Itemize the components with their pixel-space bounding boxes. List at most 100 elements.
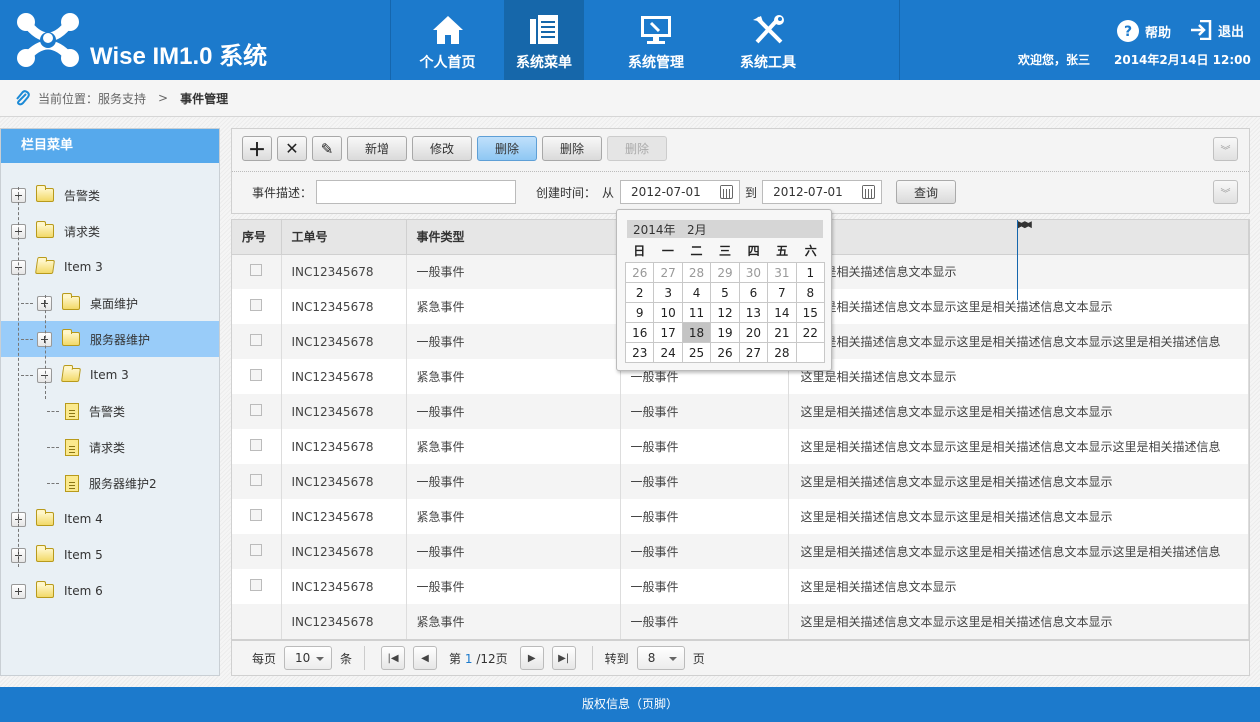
calendar-day[interactable]: 1 bbox=[796, 263, 825, 283]
row-checkbox[interactable] bbox=[250, 369, 262, 381]
col-index[interactable]: 序号 bbox=[232, 220, 282, 255]
calendar-day[interactable]: 10 bbox=[654, 303, 683, 323]
tree-node[interactable]: 桌面维护 bbox=[1, 285, 219, 321]
col-ticket-id[interactable]: 工单号 bbox=[281, 220, 407, 255]
calendar-day[interactable]: 24 bbox=[654, 343, 683, 363]
calendar-day[interactable]: 5 bbox=[711, 283, 740, 303]
calendar-icon[interactable] bbox=[862, 185, 876, 199]
table-row[interactable]: INC12345678一般事件一般事件这里是相关描述信息文本显示 bbox=[232, 569, 1249, 604]
calendar-day[interactable]: 26 bbox=[711, 343, 740, 363]
close-icon: ✕ bbox=[285, 139, 299, 158]
edit-icon-button[interactable]: ✎ bbox=[312, 136, 342, 161]
calendar-day[interactable]: 9 bbox=[626, 303, 655, 323]
row-checkbox[interactable] bbox=[250, 544, 262, 556]
add-icon-button[interactable]: ＋ bbox=[242, 136, 272, 161]
calendar-day[interactable]: 21 bbox=[768, 323, 797, 343]
first-page-button[interactable]: |◀ bbox=[381, 646, 406, 670]
per-page-select[interactable]: 10 bbox=[284, 646, 333, 670]
table-row[interactable]: INC12345678紧急事件一般事件这里是相关描述信息文本显示这里是相关描述信… bbox=[232, 429, 1249, 464]
calendar-day[interactable]: 7 bbox=[768, 283, 797, 303]
tree-node[interactable]: 请求类 bbox=[1, 429, 219, 465]
nav-system-tools[interactable]: 系统工具 bbox=[728, 0, 808, 80]
calendar-day[interactable]: 17 bbox=[654, 323, 683, 343]
row-checkbox[interactable] bbox=[250, 334, 262, 346]
calendar-day[interactable]: 23 bbox=[626, 343, 655, 363]
next-page-button[interactable]: ▶ bbox=[519, 646, 544, 670]
help-button[interactable]: ? 帮助 bbox=[1117, 20, 1171, 42]
calendar-day[interactable]: 31 bbox=[768, 263, 797, 283]
goto-page-select[interactable]: 8 bbox=[636, 646, 685, 670]
nav-system-admin-label: 系统管理 bbox=[628, 55, 684, 71]
add-button[interactable]: 新增 bbox=[347, 136, 407, 161]
row-checkbox[interactable] bbox=[250, 509, 262, 521]
next-year-button[interactable]: ▶▶ bbox=[1017, 220, 1260, 300]
logout-button[interactable]: 退出 bbox=[1190, 20, 1244, 40]
tree-node[interactable]: 请求类 bbox=[1, 213, 219, 249]
delete-button[interactable]: 删除 bbox=[542, 136, 602, 161]
tree-node[interactable]: Item 3 bbox=[1, 357, 219, 393]
table-row[interactable]: INC12345678一般事件一般事件这里是相关描述信息文本显示这里是相关描述信… bbox=[232, 464, 1249, 499]
calendar-day[interactable]: 20 bbox=[739, 323, 769, 343]
nav-home[interactable]: 个人首页 bbox=[391, 0, 504, 80]
row-checkbox[interactable] bbox=[250, 299, 262, 311]
breadcrumb-parent[interactable]: 当前位置：服务支持 bbox=[38, 90, 146, 107]
calendar-day[interactable]: 26 bbox=[626, 263, 655, 283]
edit-button[interactable]: 修改 bbox=[412, 136, 472, 161]
prev-page-button[interactable]: ◀ bbox=[413, 646, 438, 670]
calendar-day[interactable]: 18 bbox=[682, 323, 712, 343]
calendar-day[interactable]: 27 bbox=[739, 343, 769, 363]
remove-icon-button[interactable]: ✕ bbox=[277, 136, 307, 161]
from-date-input[interactable]: 2012-07-01 bbox=[620, 180, 741, 204]
tree-node[interactable]: 告警类 bbox=[1, 177, 219, 213]
row-checkbox[interactable] bbox=[250, 579, 262, 591]
calendar-day[interactable]: 2 bbox=[626, 283, 655, 303]
calendar-day[interactable]: 6 bbox=[739, 283, 769, 303]
row-checkbox[interactable] bbox=[250, 439, 262, 451]
calendar-day[interactable]: 25 bbox=[682, 343, 712, 363]
table-row[interactable]: INC12345678一般事件一般事件这里是相关描述信息文本显示这里是相关描述信… bbox=[232, 394, 1249, 429]
calendar-day[interactable]: 29 bbox=[711, 263, 740, 283]
table-row[interactable]: INC12345678紧急事件一般事件这里是相关描述信息文本显示这里是相关描述信… bbox=[232, 499, 1249, 534]
calendar-day[interactable]: 28 bbox=[768, 343, 797, 363]
tree-node[interactable]: 服务器维护2 bbox=[1, 465, 219, 501]
calendar-day[interactable]: 13 bbox=[739, 303, 769, 323]
calendar-day[interactable]: 19 bbox=[711, 323, 740, 343]
calendar-day[interactable]: 4 bbox=[682, 283, 712, 303]
nav-system-admin[interactable]: 系统管理 bbox=[584, 0, 728, 80]
row-checkbox[interactable] bbox=[250, 404, 262, 416]
tree-node[interactable]: 告警类 bbox=[1, 393, 219, 429]
calendar-day[interactable]: 12 bbox=[711, 303, 740, 323]
calendar-day[interactable]: 27 bbox=[654, 263, 683, 283]
table-row[interactable]: INC12345678一般事件一般事件这里是相关描述信息文本显示这里是相关描述信… bbox=[232, 534, 1249, 569]
collapse-toolbar-button[interactable]: ︾ bbox=[1213, 137, 1238, 161]
calendar-day[interactable]: 14 bbox=[768, 303, 797, 323]
per-page-label: 每页 bbox=[252, 651, 277, 666]
nav-system-menu[interactable]: 系统菜单 bbox=[504, 0, 584, 80]
table-row[interactable]: INC12345678紧急事件一般事件这里是相关描述信息文本显示这里是相关描述信… bbox=[232, 604, 1249, 639]
query-button[interactable]: 查询 bbox=[896, 180, 957, 204]
calendar-day[interactable]: 28 bbox=[682, 263, 712, 283]
to-date-input[interactable]: 2012-07-01 bbox=[762, 180, 883, 204]
calendar-day[interactable]: 30 bbox=[739, 263, 769, 283]
calendar-day[interactable]: 15 bbox=[796, 303, 825, 323]
desc-input[interactable] bbox=[316, 180, 517, 204]
expand-icon[interactable] bbox=[11, 583, 26, 599]
tree-node[interactable]: Item 5 bbox=[1, 537, 219, 573]
calendar-day[interactable]: 8 bbox=[796, 283, 825, 303]
event-type-cell: 紧急事件 bbox=[406, 429, 621, 464]
calendar-day[interactable]: 16 bbox=[626, 323, 655, 343]
row-checkbox[interactable] bbox=[250, 264, 262, 277]
row-checkbox[interactable] bbox=[250, 474, 262, 486]
col-event-type[interactable]: 事件类型 bbox=[406, 220, 621, 255]
tree-node[interactable]: 服务器维护 bbox=[1, 321, 219, 357]
delete-primary-button[interactable]: 删除 bbox=[477, 136, 537, 161]
calendar-day[interactable]: 3 bbox=[654, 283, 683, 303]
tree-node[interactable]: Item 6 bbox=[1, 573, 219, 609]
calendar-icon[interactable] bbox=[720, 185, 734, 199]
last-page-button[interactable]: ▶| bbox=[551, 646, 576, 670]
calendar-day[interactable]: 11 bbox=[682, 303, 712, 323]
collapse-filter-button[interactable]: ︾ bbox=[1213, 180, 1238, 204]
tree-node[interactable]: Item 4 bbox=[1, 501, 219, 537]
calendar-day[interactable]: 22 bbox=[796, 323, 825, 343]
tree-node[interactable]: Item 3 bbox=[1, 249, 219, 285]
